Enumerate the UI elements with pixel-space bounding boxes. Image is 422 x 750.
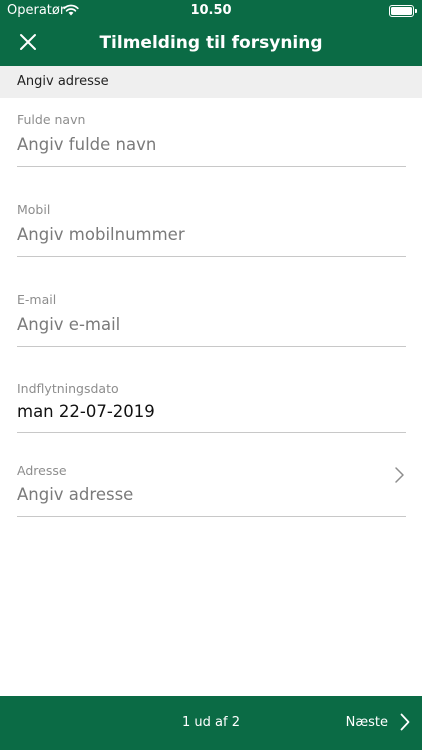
section-header: Angiv adresse xyxy=(0,66,422,98)
full-name-field[interactable]: Fulde navn Angiv fulde navn xyxy=(17,110,406,167)
address-input[interactable]: Angiv adresse xyxy=(17,485,133,504)
email-label: E-mail xyxy=(17,292,57,307)
email-field[interactable]: E-mail Angiv e-mail xyxy=(17,290,406,347)
battery-icon xyxy=(389,5,417,17)
next-button[interactable]: Næste xyxy=(346,709,410,735)
next-button-label: Næste xyxy=(345,714,388,730)
signup-screen: Operatør 10.50 Tilmelding til forsyning … xyxy=(0,0,422,750)
mobile-input[interactable]: Angiv mobilnummer xyxy=(17,225,185,244)
chevron-right-icon[interactable] xyxy=(394,466,406,484)
move-in-date-label: Indflytningsdato xyxy=(17,381,119,396)
chevron-right-icon xyxy=(400,713,410,731)
email-input[interactable]: Angiv e-mail xyxy=(17,315,120,334)
full-name-input[interactable]: Angiv fulde navn xyxy=(17,135,156,154)
section-header-label: Angiv adresse xyxy=(17,74,109,89)
move-in-date-field[interactable]: Indflytningsdato man 22-07-2019 xyxy=(17,379,406,433)
status-bar: Operatør 10.50 xyxy=(0,0,422,22)
page-title: Tilmelding til forsyning xyxy=(99,33,323,53)
address-field[interactable]: Adresse Angiv adresse xyxy=(17,461,406,517)
footer-bar: 1 ud af 2 Næste xyxy=(0,696,422,750)
address-label: Adresse xyxy=(17,463,67,478)
mobile-field[interactable]: Mobil Angiv mobilnummer xyxy=(17,200,406,257)
clock: 10.50 xyxy=(190,3,232,18)
header-bar: Operatør 10.50 Tilmelding til forsyning xyxy=(0,0,422,66)
mobile-label: Mobil xyxy=(17,202,51,217)
full-name-label: Fulde navn xyxy=(17,112,86,127)
move-in-date-value[interactable]: man 22-07-2019 xyxy=(17,402,155,421)
